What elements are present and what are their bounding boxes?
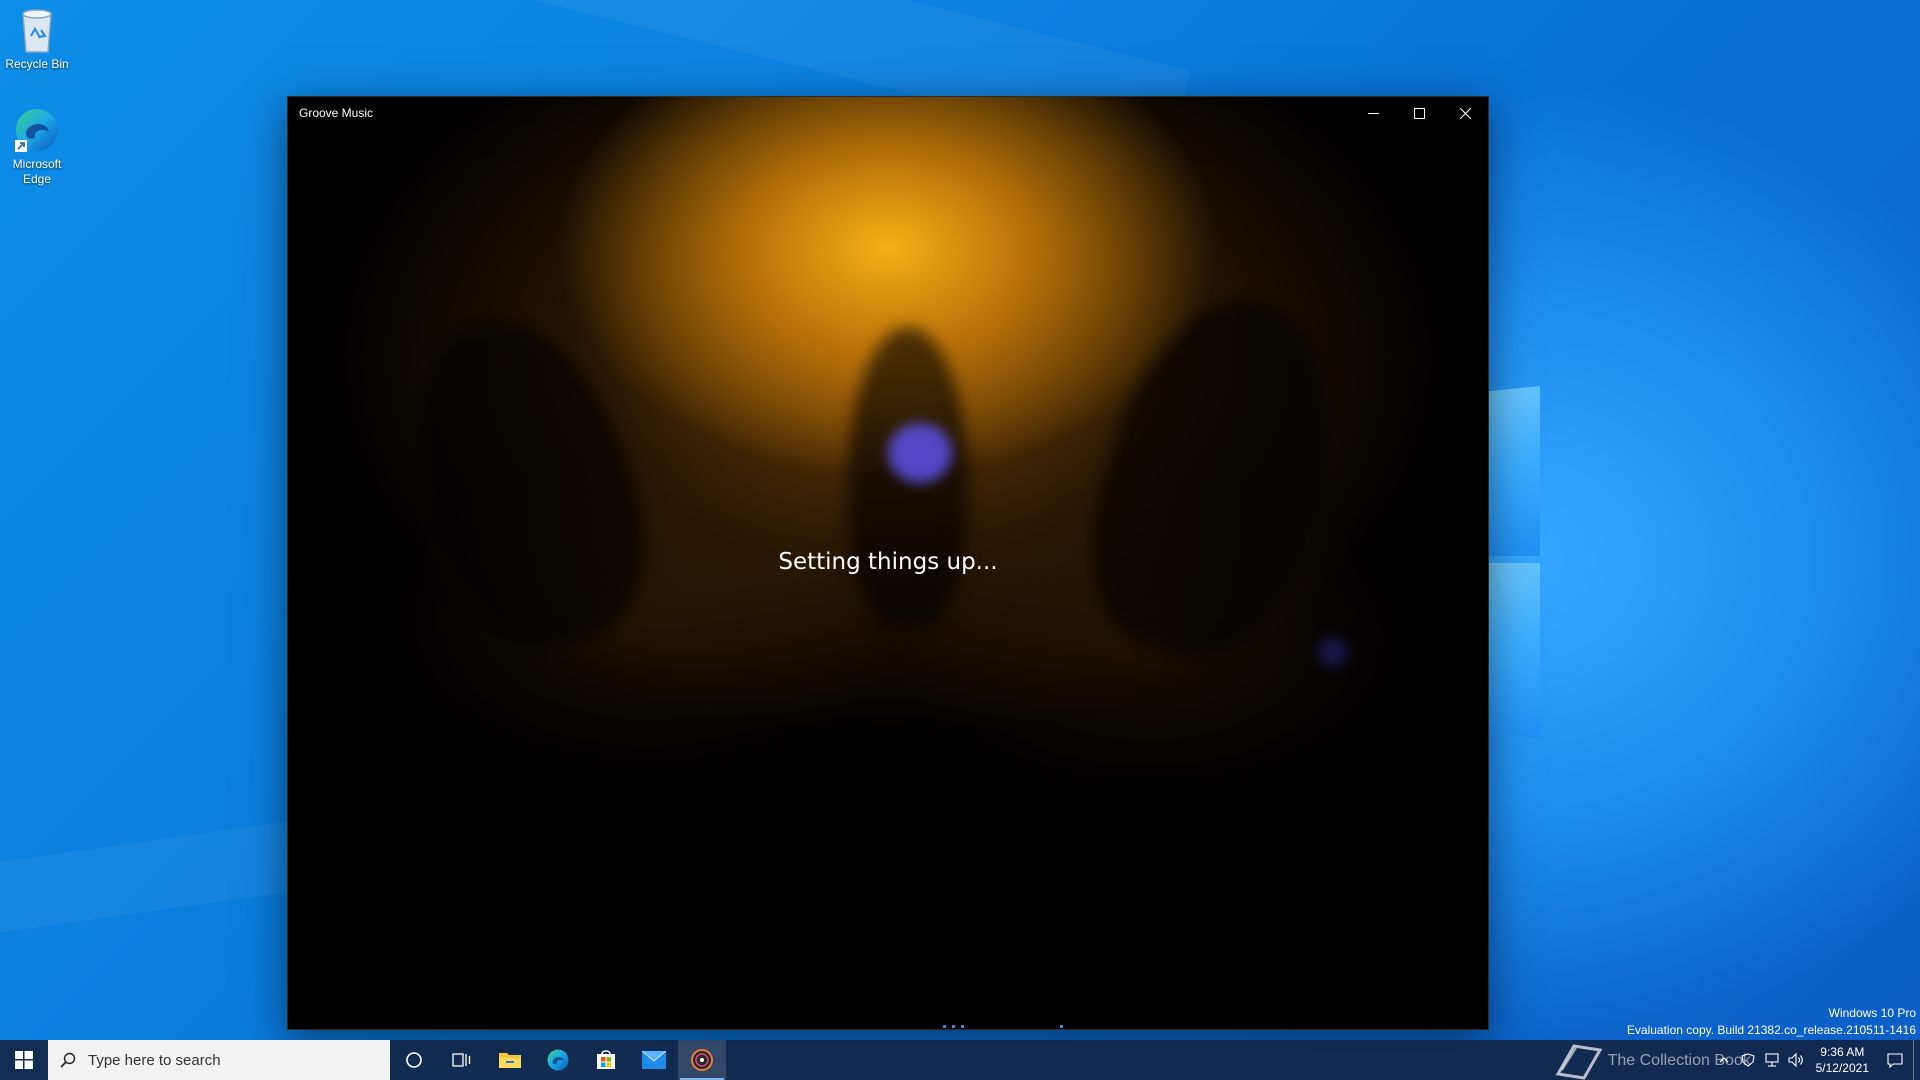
- task-view-icon: [452, 1053, 471, 1067]
- groove-music-taskbar-button[interactable]: [678, 1040, 726, 1080]
- loading-dot: [961, 1025, 964, 1028]
- recycle-bin-icon: [22, 9, 52, 53]
- network-icon: [1765, 1053, 1779, 1067]
- groove-music-icon: [691, 1049, 713, 1071]
- mail-button[interactable]: [630, 1040, 678, 1080]
- file-explorer-icon: [499, 1053, 521, 1068]
- evaluation-watermark: Windows 10 Pro Evaluation copy. Build 21…: [1627, 1005, 1916, 1039]
- bokeh-light: [888, 423, 952, 483]
- store-button[interactable]: [582, 1040, 630, 1080]
- store-icon: [597, 1050, 615, 1069]
- taskbar: The Collection Book 9:36 AM 5/12/2021: [0, 1040, 1920, 1080]
- loading-dot: [952, 1025, 955, 1028]
- search-icon: [60, 1052, 76, 1068]
- recycle-bin-label: Recycle Bin: [5, 57, 69, 71]
- edge-icon: [15, 109, 58, 152]
- book-logo-icon: [1555, 1044, 1602, 1080]
- watermark-build: Evaluation copy. Build 21382.co_release.…: [1626, 1023, 1916, 1037]
- show-desktop-button[interactable]: [1913, 1040, 1920, 1080]
- window-title: Groove Music: [299, 106, 374, 120]
- bokeh-light: [1318, 637, 1348, 667]
- crowd-silhouette: [1062, 275, 1364, 679]
- minimize-button[interactable]: [1350, 97, 1396, 129]
- minimize-icon: [1367, 112, 1379, 114]
- edge-icon: [547, 1049, 569, 1071]
- notification-icon: [1887, 1053, 1903, 1068]
- mail-icon: [642, 1051, 666, 1069]
- system-tray: The Collection Book 9:36 AM 5/12/2021: [1552, 1040, 1920, 1080]
- groove-music-window[interactable]: Groove Music Setting things up...: [287, 96, 1489, 1030]
- loading-dot: [1060, 1025, 1063, 1028]
- desktop-icon-edge[interactable]: Microsoft Edge: [0, 106, 74, 187]
- title-bar[interactable]: Groove Music: [288, 97, 1488, 129]
- cortana-icon: [406, 1052, 422, 1068]
- loading-indicator: [943, 1025, 1063, 1028]
- watermark-edition: Windows 10 Pro: [1828, 1006, 1916, 1020]
- close-button[interactable]: [1442, 97, 1488, 129]
- maximize-icon: [1413, 107, 1425, 119]
- search-input[interactable]: [86, 1050, 370, 1070]
- edge-label: Microsoft Edge: [12, 157, 62, 186]
- task-view-button[interactable]: [438, 1040, 486, 1080]
- cortana-button[interactable]: [390, 1040, 438, 1080]
- watermark-site: The Collection Book: [1607, 1052, 1751, 1069]
- crowd-silhouette: [381, 294, 675, 670]
- watermark-logo: The Collection Book: [1552, 1040, 1751, 1080]
- clock-date: 5/12/2021: [1815, 1061, 1869, 1075]
- action-center-button[interactable]: [1877, 1040, 1913, 1080]
- network-tray-button[interactable]: [1760, 1040, 1784, 1080]
- close-icon: [1459, 107, 1471, 119]
- loading-dot: [943, 1025, 946, 1028]
- taskbar-clock[interactable]: 9:36 AM 5/12/2021: [1808, 1044, 1877, 1076]
- file-explorer-button[interactable]: [486, 1040, 534, 1080]
- taskbar-search-box[interactable]: [48, 1040, 390, 1080]
- start-button[interactable]: [0, 1040, 48, 1080]
- desktop: Recycle Bin Microsoft Edge Groove Music: [0, 0, 1920, 1080]
- volume-icon: [1788, 1053, 1803, 1067]
- clock-time: 9:36 AM: [1820, 1045, 1865, 1059]
- volume-tray-button[interactable]: [1784, 1040, 1808, 1080]
- windows-start-icon: [15, 1051, 33, 1069]
- maximize-button[interactable]: [1396, 97, 1442, 129]
- edge-taskbar-button[interactable]: [534, 1040, 582, 1080]
- setup-status-text: Setting things up...: [778, 549, 998, 575]
- desktop-icon-recycle-bin[interactable]: Recycle Bin: [0, 6, 74, 72]
